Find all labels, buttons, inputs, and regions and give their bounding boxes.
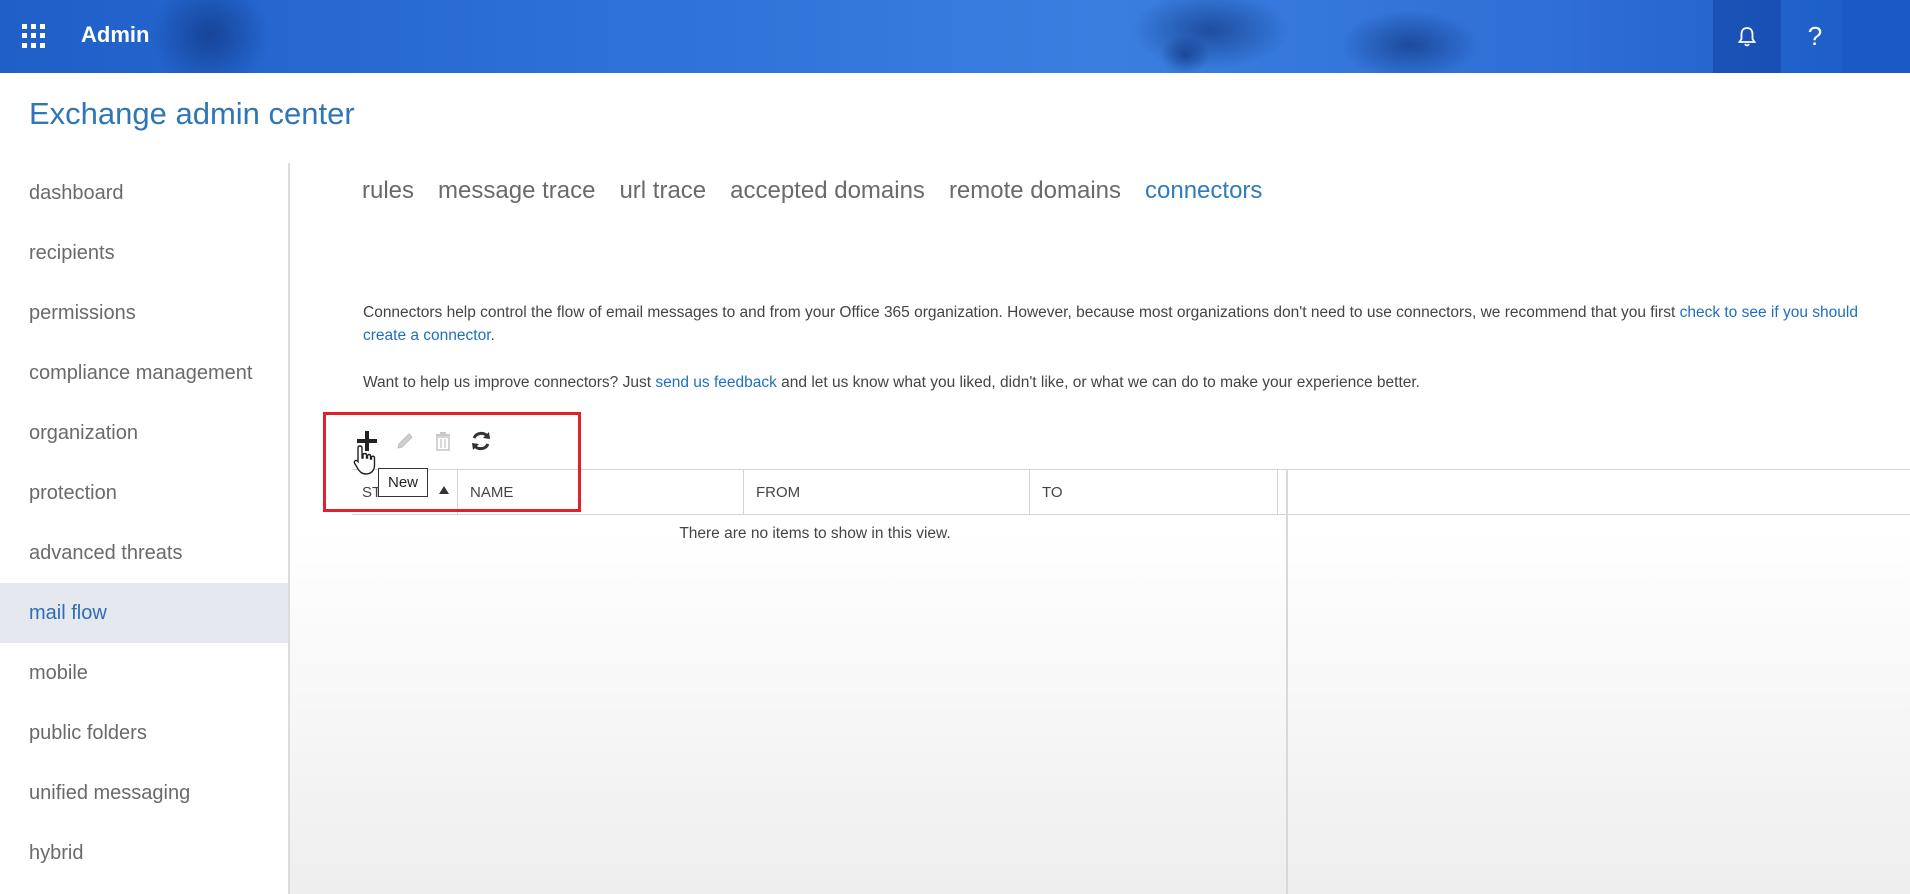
app-launcher-icon[interactable] bbox=[22, 24, 46, 48]
feedback-description: Want to help us improve connectors? Just… bbox=[363, 371, 1903, 394]
sidebar-item-unified-messaging[interactable]: unified messaging bbox=[0, 763, 288, 823]
refresh-icon bbox=[472, 431, 490, 451]
empty-list-message: There are no items to show in this view. bbox=[679, 525, 951, 542]
pencil-icon bbox=[397, 433, 413, 449]
connectors-grid-header: ST NAME FROM TO bbox=[352, 469, 1910, 515]
notifications-button[interactable] bbox=[1713, 0, 1781, 73]
new-tooltip: New bbox=[378, 468, 429, 497]
description-text: Connectors help control the flow of emai… bbox=[363, 304, 1680, 321]
help-button[interactable]: ? bbox=[1781, 0, 1842, 73]
hand-cursor-icon bbox=[353, 445, 376, 475]
top-bar-edge bbox=[1842, 0, 1910, 73]
tab-connectors[interactable]: connectors bbox=[1145, 177, 1262, 205]
refresh-button[interactable] bbox=[467, 427, 495, 455]
sidebar-item-compliance-management[interactable]: compliance management bbox=[0, 343, 288, 403]
mail-flow-tabs: rules message trace url trace accepted d… bbox=[362, 177, 1262, 205]
feedback-end: and let us know what you liked, didn't l… bbox=[776, 374, 1420, 391]
top-bar: Admin ? bbox=[0, 0, 1842, 73]
sidebar-nav: dashboard recipients permissions complia… bbox=[0, 163, 290, 894]
sidebar-item-recipients[interactable]: recipients bbox=[0, 223, 288, 283]
sidebar-item-advanced-threats[interactable]: advanced threats bbox=[0, 523, 288, 583]
column-from[interactable]: FROM bbox=[744, 470, 1030, 514]
main-content: rules message trace url trace accepted d… bbox=[290, 163, 1910, 894]
column-name[interactable]: NAME bbox=[458, 470, 744, 514]
sidebar-item-permissions[interactable]: permissions bbox=[0, 283, 288, 343]
column-to[interactable]: TO bbox=[1030, 470, 1278, 514]
feedback-text: Want to help us improve connectors? Just bbox=[363, 374, 656, 391]
trash-icon bbox=[436, 432, 450, 451]
send-feedback-link[interactable]: send us feedback bbox=[655, 374, 777, 391]
bell-icon bbox=[1737, 26, 1757, 46]
tab-rules[interactable]: rules bbox=[362, 177, 414, 205]
app-name[interactable]: Admin bbox=[81, 22, 149, 48]
page-title: Exchange admin center bbox=[29, 96, 355, 131]
sidebar-item-protection[interactable]: protection bbox=[0, 463, 288, 523]
sidebar-item-organization[interactable]: organization bbox=[0, 403, 288, 463]
sidebar-item-public-folders[interactable]: public folders bbox=[0, 703, 288, 763]
tab-accepted-domains[interactable]: accepted domains bbox=[730, 177, 925, 205]
sidebar-item-mobile[interactable]: mobile bbox=[0, 643, 288, 703]
sort-ascending-icon bbox=[439, 486, 449, 494]
sidebar-item-mail-flow[interactable]: mail flow bbox=[0, 583, 288, 643]
sidebar-item-dashboard[interactable]: dashboard bbox=[0, 163, 288, 223]
tab-remote-domains[interactable]: remote domains bbox=[949, 177, 1121, 205]
connectors-description: Connectors help control the flow of emai… bbox=[363, 301, 1903, 347]
tab-url-trace[interactable]: url trace bbox=[619, 177, 706, 205]
sidebar-item-hybrid[interactable]: hybrid bbox=[0, 823, 288, 883]
description-end: . bbox=[490, 327, 495, 344]
edit-button[interactable] bbox=[391, 427, 419, 455]
details-pane-divider bbox=[1286, 469, 1288, 894]
help-icon: ? bbox=[1807, 21, 1823, 51]
tab-message-trace[interactable]: message trace bbox=[438, 177, 595, 205]
delete-button[interactable] bbox=[429, 427, 457, 455]
